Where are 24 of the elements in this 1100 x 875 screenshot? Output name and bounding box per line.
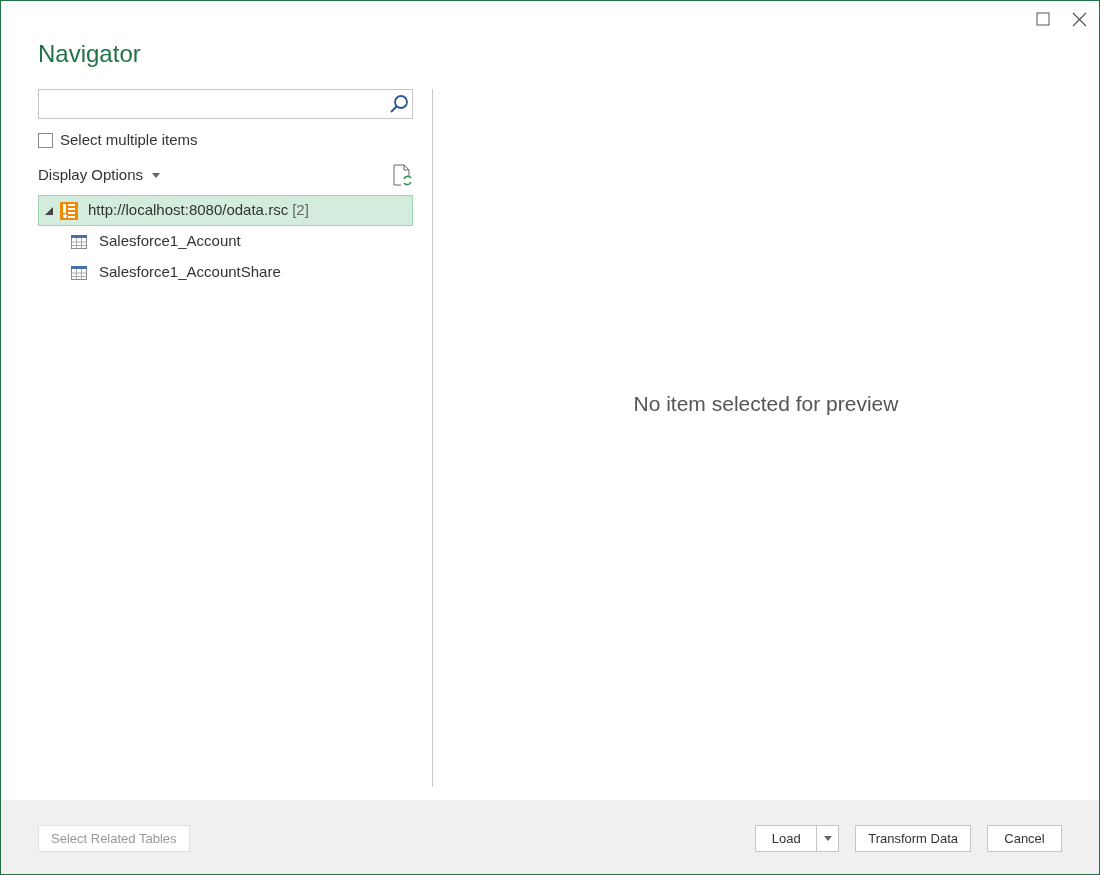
database-icon <box>60 201 78 220</box>
search-field[interactable] <box>38 89 413 119</box>
checkbox[interactable] <box>38 132 53 148</box>
tree-item[interactable]: http://localhost:8080/odata.rsc [2] <box>38 195 413 226</box>
table-icon <box>71 234 87 249</box>
refresh-document-icon[interactable] <box>393 164 413 186</box>
caret-icon <box>823 836 832 841</box>
load-dropdown-button[interactable] <box>817 825 840 852</box>
dialog-button[interactable]: Transform Data <box>855 825 971 852</box>
preview-message: No item selected for preview <box>633 390 899 417</box>
expanded-arrow-icon[interactable] <box>45 206 53 215</box>
dialog-button[interactable]: Cancel <box>987 825 1062 852</box>
caret-icon <box>152 172 161 178</box>
checkbox-label[interactable]: Select multiple items <box>60 128 198 152</box>
tree-item[interactable]: Salesforce1_Account <box>38 226 413 257</box>
load-button[interactable]: Load <box>755 825 818 852</box>
maximize-icon[interactable] <box>1036 12 1050 26</box>
search-icon <box>389 94 409 114</box>
table-icon <box>71 265 87 280</box>
close-icon[interactable] <box>1072 11 1087 27</box>
item-count: [2] <box>292 200 309 221</box>
display-options-dropdown[interactable]: Display Options <box>38 163 161 187</box>
tree-item[interactable]: Salesforce1_AccountShare <box>38 257 413 288</box>
window-title: Navigator <box>38 39 142 69</box>
